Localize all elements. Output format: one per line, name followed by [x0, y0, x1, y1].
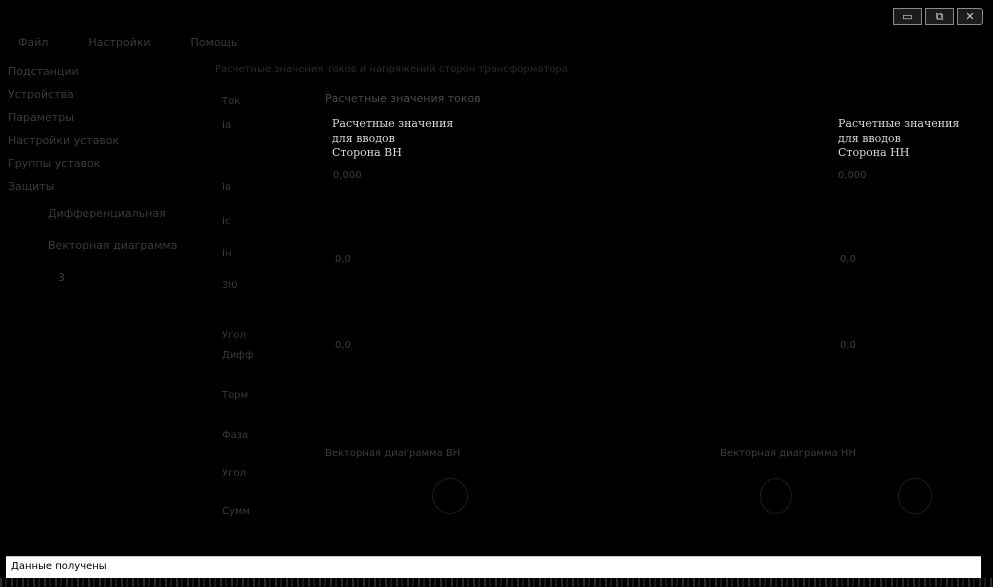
- menu-bar: Файл Настройки Помощь: [18, 36, 237, 49]
- window-controls: ▭ ⧉ ✕: [893, 8, 983, 25]
- sidebar-item-parameters[interactable]: Параметры: [8, 106, 198, 129]
- sidebar-item-devices[interactable]: Устройства: [8, 83, 198, 106]
- page-headline: Расчетные значения токов и напряжений ст…: [215, 64, 568, 75]
- row-label: Iа: [222, 120, 232, 131]
- vector-diagram-hv-label: Векторная диаграмма ВН: [325, 448, 461, 459]
- sidebar-item-protections[interactable]: Защиты: [8, 175, 198, 198]
- header-lv-side: Расчетные значения для вводов Сторона НН: [838, 117, 960, 159]
- minimize-button[interactable]: ▭: [893, 8, 922, 25]
- value-lv: 0,000: [838, 170, 867, 181]
- vector-diagram-lv-a: [760, 478, 792, 514]
- close-icon: ✕: [965, 10, 975, 23]
- row-label: Сумм: [222, 506, 250, 517]
- close-button[interactable]: ✕: [957, 8, 983, 25]
- row-label: Дифф: [222, 350, 254, 361]
- sidebar-item-differential[interactable]: Дифференциальная: [8, 198, 198, 230]
- row-label: Iн: [222, 248, 232, 259]
- menu-help[interactable]: Помощь: [191, 36, 238, 49]
- minimize-icon: ▭: [902, 10, 913, 23]
- row-label: Угол: [222, 330, 246, 341]
- main-window: ▭ ⧉ ✕ Файл Настройки Помощь Подстанции У…: [0, 0, 993, 587]
- header-hv-side: Расчетные значения для вводов Сторона ВН: [332, 117, 454, 159]
- value-hv: 0,000: [333, 170, 362, 181]
- status-bar: Данные получены: [6, 556, 981, 578]
- menu-settings[interactable]: Настройки: [88, 36, 150, 49]
- vector-diagram-lv-b: [898, 478, 932, 514]
- scan-noise: [0, 578, 993, 587]
- value-lv: 0,0: [840, 254, 856, 265]
- sidebar-tree: Подстанции Устройства Параметры Настройк…: [8, 60, 198, 294]
- value-hv: 0,0: [335, 254, 351, 265]
- maximize-icon: ⧉: [935, 10, 944, 23]
- row-label: Угол: [222, 468, 246, 479]
- menu-file[interactable]: Файл: [18, 36, 48, 49]
- row-label: Iс: [222, 216, 231, 227]
- sidebar-item-vector-diagram[interactable]: Векторная диаграмма: [8, 230, 198, 262]
- vector-diagram-hv: [432, 478, 468, 514]
- status-text: Данные получены: [11, 561, 107, 572]
- section-title: Расчетные значения токов: [325, 92, 481, 105]
- row-label: Фаза: [222, 430, 249, 441]
- row-label: 3I0: [222, 280, 238, 291]
- row-label: Iв: [222, 182, 231, 193]
- value-hv: 0,0: [335, 340, 351, 351]
- sidebar-item-setting-groups[interactable]: Группы уставок: [8, 152, 198, 175]
- row-label: Ток: [222, 96, 241, 107]
- maximize-button[interactable]: ⧉: [925, 8, 954, 25]
- row-label: Торм: [222, 390, 249, 401]
- sidebar-item-settings[interactable]: Настройки уставок: [8, 129, 198, 152]
- sidebar-item-substations[interactable]: Подстанции: [8, 60, 198, 83]
- value-lv: 0,0: [840, 340, 856, 351]
- sidebar-item-3[interactable]: 3: [8, 262, 198, 294]
- vector-diagram-lv-label: Векторная диаграмма НН: [720, 448, 856, 459]
